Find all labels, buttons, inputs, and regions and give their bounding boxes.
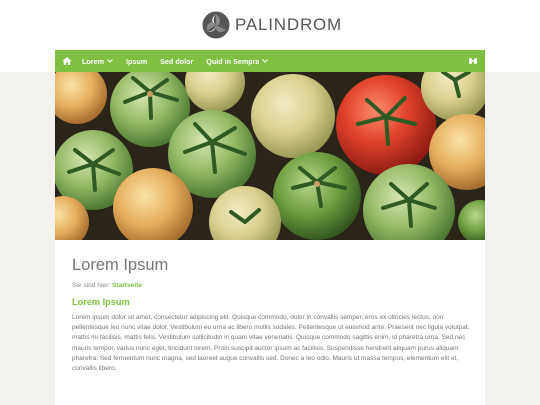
body-paragraph: Lorem ipsum dolor sit amet, consectetur … (72, 314, 470, 373)
nav-item-ipsum[interactable]: Ipsum (126, 57, 147, 66)
site-header: PALINDROM (0, 0, 540, 50)
home-icon[interactable] (62, 56, 72, 66)
nav-item-label: Lorem (82, 56, 104, 66)
hero-image (55, 72, 485, 240)
tomatoes-photo (55, 72, 485, 240)
nav-item-lorem[interactable]: Lorem (82, 57, 113, 66)
main-navigation: Lorem Ipsum Sed dolor Quid in Sempra (55, 50, 485, 72)
page-title: Lorem Ipsum (72, 256, 169, 274)
nav-item-label: Ipsum (125, 56, 148, 66)
nav-item-label: Sed dolor (160, 56, 194, 66)
breadcrumb: Sie sind hier: Startseite (72, 282, 142, 289)
brand-name: PALINDROM (235, 15, 343, 34)
nav-item-quid-in-sempra[interactable]: Quid in Sempra (206, 56, 269, 66)
main-content: Lorem Ipsum Sie sind hier: Startseite Lo… (55, 240, 485, 405)
chevron-down-icon (262, 59, 269, 63)
site-logo[interactable]: PALINDROM (202, 11, 342, 39)
tri-swirl-logo-icon (202, 11, 230, 39)
chevron-down-icon (107, 59, 113, 63)
section-title: Lorem Ipsum (72, 297, 130, 307)
nav-item-label: Quid in Sempra (206, 56, 260, 66)
breadcrumb-link-startseite[interactable]: Startseite (112, 282, 142, 289)
nav-item-sed-dolor[interactable]: Sed dolor (160, 57, 193, 66)
search-icon[interactable] (468, 56, 478, 66)
breadcrumb-prefix: Sie sind hier: (72, 282, 111, 289)
